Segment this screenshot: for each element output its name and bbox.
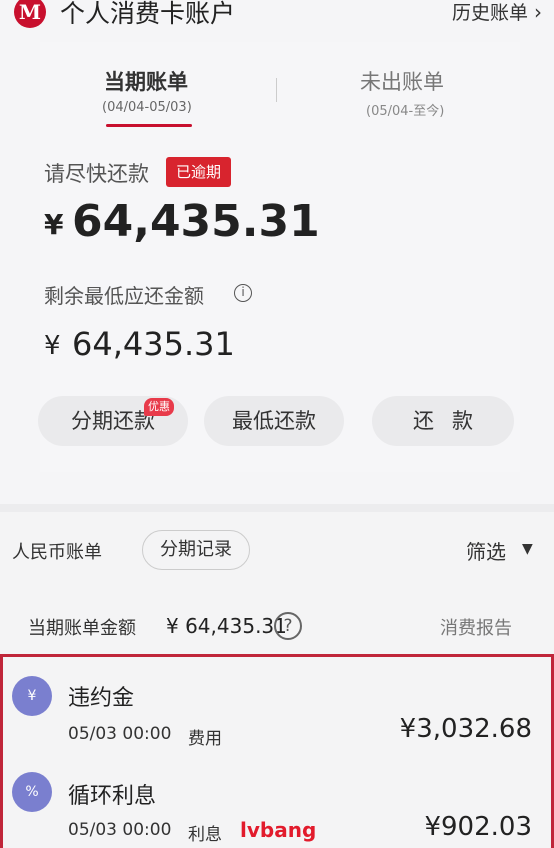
filter-button[interactable]: 筛选 — [466, 536, 506, 565]
page-title: 个人消费卡账户 — [60, 0, 236, 28]
list-item-amount: ¥3,032.68 — [399, 714, 532, 744]
watermark-text: lvbang — [240, 818, 317, 842]
current-bill-amount-label: 当期账单金额 — [28, 618, 136, 639]
info-icon[interactable]: i — [234, 284, 252, 302]
list-item-amount: ¥902.03 — [424, 812, 532, 842]
current-bill-amount: ¥ 64,435.31 — [166, 614, 287, 638]
installment-record-button[interactable]: 分期记录 — [142, 530, 250, 570]
tab-unbilled[interactable]: 未出账单 — [360, 66, 444, 96]
list-item-date: 05/03 00:00 — [68, 820, 172, 840]
tab-current-bill-period: (04/04-05/03) — [102, 100, 192, 115]
min-payment-amount: 64,435.31 — [72, 325, 235, 363]
chevron-right-icon[interactable]: › — [534, 0, 542, 24]
repay-button[interactable]: 还款 — [372, 396, 514, 446]
list-item-category: 利息 — [188, 825, 222, 845]
min-payment-label: 剩余最低应还金额 — [44, 284, 204, 308]
active-tab-indicator — [106, 124, 192, 127]
list-item-category: 费用 — [188, 729, 222, 749]
interest-icon: % — [12, 772, 52, 812]
repay-prompt: 请尽快还款 — [44, 162, 149, 186]
tab-unbilled-period: (05/04-至今) — [366, 104, 445, 119]
bank-logo-icon: M — [14, 0, 46, 28]
penalty-fee-icon: ¥ — [12, 676, 52, 716]
list-item-title[interactable]: 循环利息 — [68, 778, 156, 810]
currency-symbol: ¥ — [44, 208, 64, 241]
promo-badge: 优惠 — [144, 398, 174, 416]
tab-divider — [276, 78, 277, 102]
overdue-badge: 已逾期 — [166, 157, 232, 187]
list-item-title[interactable]: 违约金 — [68, 680, 134, 712]
help-icon[interactable]: ? — [274, 612, 302, 640]
section-divider — [0, 504, 554, 512]
list-item-date: 05/03 00:00 — [68, 724, 172, 744]
currency-symbol-min: ¥ — [44, 331, 61, 361]
rmb-bill-label: 人民币账单 — [12, 542, 102, 563]
history-bills-link[interactable]: 历史账单 — [452, 0, 528, 25]
filter-dropdown-icon[interactable]: ▼ — [522, 541, 533, 557]
spending-report-link[interactable]: 消费报告 — [440, 614, 512, 640]
header-bar: M 个人消费卡账户 历史账单 › — [0, 0, 554, 30]
min-repay-button[interactable]: 最低还款 — [204, 396, 344, 446]
amount-due: 64,435.31 — [72, 196, 320, 247]
tab-current-bill[interactable]: 当期账单 — [104, 66, 188, 96]
